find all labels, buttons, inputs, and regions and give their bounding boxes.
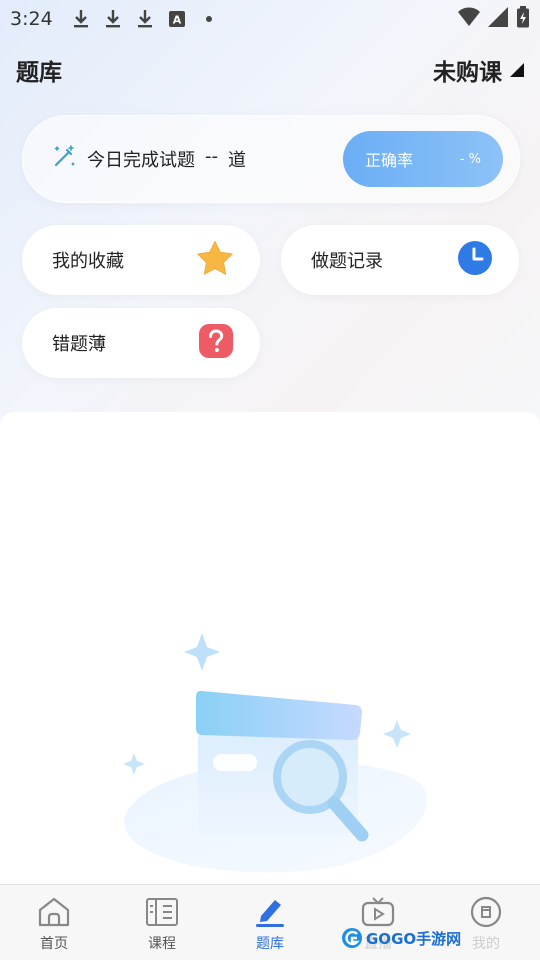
clock-icon (457, 240, 493, 280)
daily-stats-summary: 今日完成试题 -- 道 (51, 144, 343, 174)
favorites-label: 我的收藏 (52, 251, 124, 272)
watermark-globe-icon (342, 928, 362, 948)
watermark-logo: GOGO手游网 (340, 926, 461, 950)
favorites-button[interactable]: 我的收藏 (22, 225, 260, 295)
accuracy-value: - % (459, 151, 481, 167)
keyboard-a-icon: A (167, 8, 187, 30)
daily-stats-text: 今日完成试题 -- 道 (87, 146, 246, 172)
empty-state-illustration (110, 627, 450, 881)
tv-play-icon (360, 895, 396, 929)
course-selector[interactable]: 未购课 (433, 53, 524, 87)
nav-item-questions[interactable]: 题库 (216, 885, 324, 960)
page-header: 题库 未购课 (0, 50, 540, 90)
watermark-text: GOGO手游网 (366, 929, 462, 948)
question-mark-icon (198, 323, 234, 363)
daily-stats-unit: 道 (228, 150, 246, 171)
magic-wand-icon (51, 144, 77, 174)
status-notification-icons: A (71, 8, 219, 30)
mistakes-button[interactable]: 错题薄 (22, 308, 260, 378)
status-bar: 3:24 A (0, 0, 540, 38)
download-icon (71, 8, 91, 30)
history-button[interactable]: 做题记录 (281, 225, 519, 295)
download-icon (135, 8, 155, 30)
nav-label-home: 首页 (40, 936, 68, 952)
page-title: 题库 (16, 60, 62, 86)
corner-triangle-icon (510, 57, 524, 83)
course-icon (144, 895, 180, 929)
status-time: 3:24 (10, 8, 53, 30)
signal-icon (488, 7, 508, 31)
download-icon (103, 8, 123, 30)
nav-label-questions: 题库 (256, 936, 284, 952)
mistakes-label: 错题薄 (52, 334, 106, 355)
profile-icon (468, 895, 504, 929)
accuracy-button[interactable]: 正确率 - % (343, 131, 503, 187)
course-selector-label: 未购课 (433, 60, 502, 86)
nav-item-home[interactable]: 首页 (0, 885, 108, 960)
home-icon (36, 895, 72, 929)
svg-text:A: A (172, 14, 181, 27)
pencil-icon (252, 895, 288, 929)
history-label: 做题记录 (311, 251, 383, 272)
daily-stats-card: 今日完成试题 -- 道 正确率 - % (22, 115, 520, 203)
status-system-icons (458, 6, 530, 32)
wifi-icon (458, 7, 480, 31)
daily-stats-label: 今日完成试题 (87, 150, 195, 171)
star-icon (196, 240, 234, 280)
daily-stats-count: -- (205, 146, 218, 167)
question-list-panel (0, 412, 540, 886)
nav-label-course: 课程 (148, 936, 176, 952)
battery-icon (516, 6, 530, 32)
accuracy-label: 正确率 (365, 151, 414, 170)
dot-icon (199, 8, 219, 30)
nav-item-course[interactable]: 课程 (108, 885, 216, 960)
nav-label-profile: 我的 (472, 936, 500, 952)
